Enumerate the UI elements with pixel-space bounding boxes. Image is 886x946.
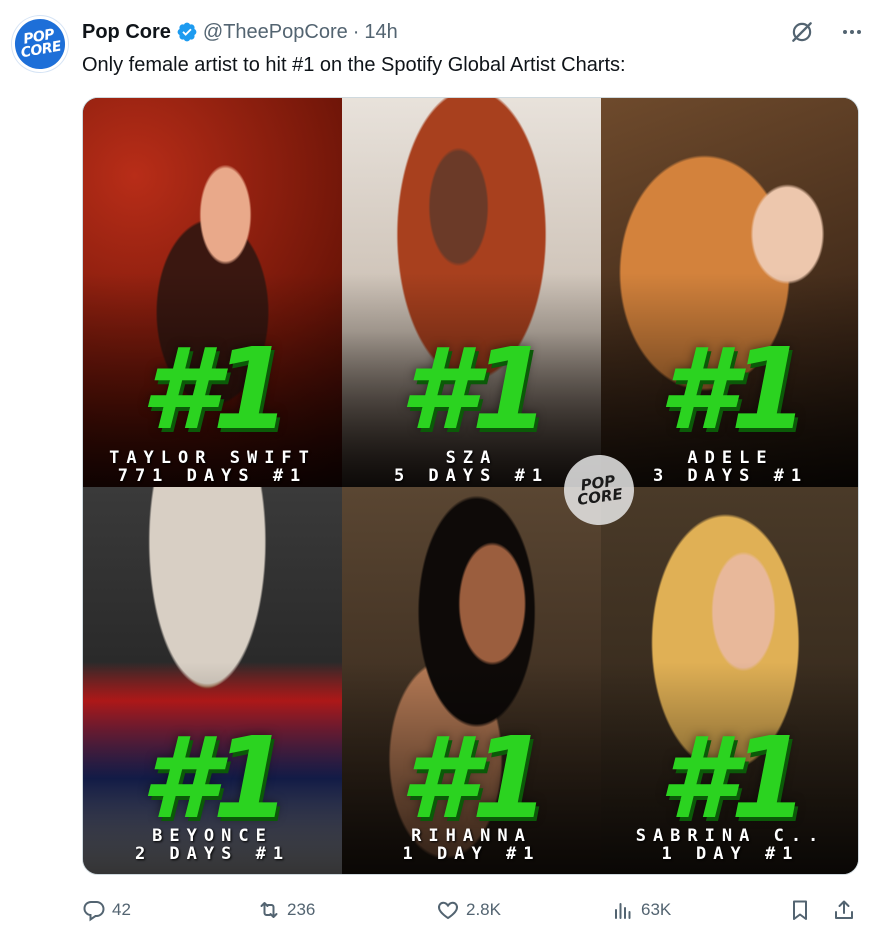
reply-count: 42 (112, 900, 131, 919)
avatar-logo-text: POP CORE (19, 26, 63, 62)
media-grid[interactable]: #1 TAYLOR SWIFT 771 DAYS #1 #1 SZA 5 DAY… (82, 97, 859, 875)
artist-name: TAYLOR SWIFT (109, 448, 316, 468)
reply-button[interactable]: 42 (82, 893, 131, 927)
tile-sza[interactable]: #1 SZA 5 DAYS #1 (342, 98, 601, 487)
days-count: 3 DAYS #1 (652, 466, 809, 486)
rank-label: #1 (140, 714, 291, 844)
verified-icon (176, 21, 198, 43)
artist-name: RIHANNA (411, 826, 532, 846)
artist-name: SABRINA C.. (635, 826, 826, 846)
share-button[interactable] (832, 893, 856, 927)
reply-icon (83, 901, 105, 922)
tile-sabrina-carpenter[interactable]: #1 SABRINA C.. 1 DAY #1 (601, 487, 858, 874)
like-icon (438, 901, 458, 920)
tweet-text: Only female artist to hit #1 on the Spot… (82, 54, 626, 76)
artist-name: BEYONCE (152, 826, 273, 846)
share-icon (835, 900, 853, 919)
handle[interactable]: @TheePopCore (203, 21, 348, 44)
rank-label: #1 (658, 325, 809, 455)
repost-icon (260, 902, 278, 918)
views-button[interactable]: 63K (611, 893, 671, 927)
display-name[interactable]: Pop Core (82, 21, 171, 44)
rank-label: #1 (399, 325, 550, 455)
rank-label: #1 (140, 325, 291, 455)
tile-taylor-swift[interactable]: #1 TAYLOR SWIFT 771 DAYS #1 (83, 98, 342, 487)
repost-button[interactable]: 236 (257, 893, 315, 927)
days-count: 771 DAYS #1 (117, 466, 308, 486)
views-icon (615, 903, 631, 919)
days-count: 1 DAY #1 (661, 844, 800, 864)
days-count: 1 DAY #1 (402, 844, 541, 864)
like-button[interactable]: 2.8K (436, 893, 501, 927)
days-count: 2 DAYS #1 (134, 844, 291, 864)
days-count: 5 DAYS #1 (393, 466, 550, 486)
more-icon[interactable] (838, 18, 866, 46)
artist-name: ADELE (687, 448, 774, 468)
separator: · (352, 20, 360, 43)
tweet[interactable]: POP CORE Pop Core @TheePopCore · 14h Onl… (0, 0, 886, 946)
rank-label: #1 (658, 714, 809, 844)
top-actions (788, 18, 866, 46)
tile-adele[interactable]: #1 ADELE 3 DAYS #1 (601, 98, 858, 487)
repost-count: 236 (287, 900, 316, 919)
view-count: 63K (641, 900, 672, 919)
watermark-text: POP CORE (576, 471, 624, 510)
rank-label: #1 (399, 714, 550, 844)
bookmark-button[interactable] (788, 893, 812, 927)
action-bar: 42 236 2.8K 63K (82, 893, 859, 927)
timestamp[interactable]: 14h (364, 21, 397, 44)
tweet-header: Pop Core @TheePopCore · 14h (82, 19, 398, 45)
avatar[interactable]: POP CORE (7, 11, 73, 77)
like-count: 2.8K (466, 900, 501, 919)
grok-icon[interactable] (788, 18, 816, 46)
bookmark-icon (793, 900, 807, 920)
tile-beyonce[interactable]: #1 BEYONCE 2 DAYS #1 (83, 487, 342, 874)
tile-rihanna[interactable]: #1 RIHANNA 1 DAY #1 (342, 487, 601, 874)
artist-name: SZA (445, 448, 498, 468)
